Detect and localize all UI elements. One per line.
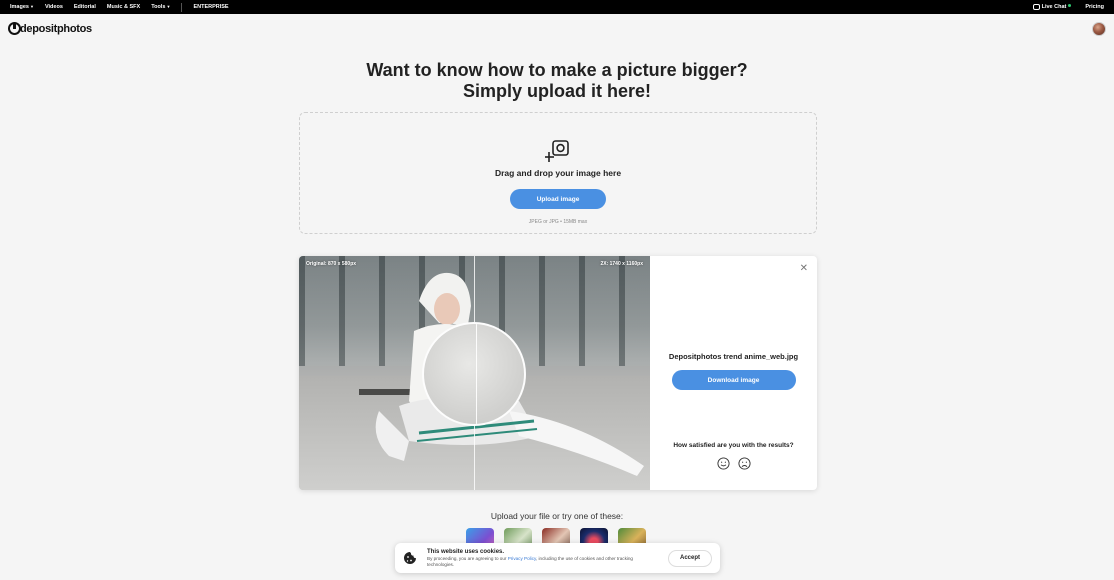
nav-images[interactable]: Images▼ [10, 4, 34, 10]
comparison-image[interactable]: Original: 870 x 580px 2X: 1740 x 1160px [299, 256, 650, 490]
cookie-banner: This website uses cookies. By proceeding… [395, 543, 720, 573]
accept-cookies-button[interactable]: Accept [668, 549, 712, 567]
frown-icon[interactable] [737, 457, 751, 470]
magnifier-divider [476, 324, 477, 424]
top-right-links: Live Chat Pricing [1032, 3, 1104, 10]
cookie-title: This website uses cookies. [427, 548, 505, 555]
upscaled-size-label: 2X: 1740 x 1160px [600, 261, 643, 267]
file-name: Depositphotos trend anime_web.jpg [668, 352, 799, 361]
top-nav: Images▼ Videos Editorial Music & SFX Too… [10, 2, 229, 12]
feedback-faces [716, 457, 751, 470]
upload-image-button[interactable]: Upload image [510, 189, 606, 209]
cookie-body: By proceeding, you are agreeing to our P… [427, 555, 633, 567]
satisfaction-question: How satisfied are you with the results? [673, 442, 794, 449]
image-dropzone[interactable]: Drag and drop your image here Upload ima… [299, 112, 817, 234]
site-header: depositphotos [0, 14, 1114, 44]
nav-enterprise[interactable]: ENTERPRISE [193, 4, 228, 10]
nav-videos[interactable]: Videos [45, 4, 63, 10]
chat-icon [1032, 4, 1040, 10]
sample-prompt: Upload your file or try one of these: [490, 511, 624, 521]
nav-divider [181, 2, 183, 12]
original-size-label: Original: 870 x 580px [306, 261, 357, 267]
online-status-dot [1068, 3, 1072, 7]
download-image-button[interactable]: Download image [671, 370, 796, 390]
page-title: Want to know how to make a picture bigge… [366, 60, 748, 101]
depositphotos-logo[interactable]: depositphotos [8, 22, 92, 35]
chevron-down-icon: ▼ [166, 4, 171, 9]
chevron-down-icon: ▼ [29, 4, 34, 9]
cookie-icon [404, 552, 416, 564]
pricing-link[interactable]: Pricing [1085, 4, 1104, 10]
top-navigation-bar: Images▼ Videos Editorial Music & SFX Too… [0, 0, 1114, 14]
nav-editorial[interactable]: Editorial [74, 4, 96, 10]
live-chat-link[interactable]: Live Chat [1032, 3, 1072, 10]
logo-icon [8, 22, 21, 35]
zoom-magnifier[interactable] [422, 322, 526, 426]
nav-tools[interactable]: Tools▼ [151, 4, 170, 10]
nav-music-sfx[interactable]: Music & SFX [107, 4, 140, 10]
add-image-icon [545, 140, 569, 162]
smile-icon[interactable] [716, 457, 730, 470]
drag-drop-text: Drag and drop your image here [494, 168, 622, 178]
privacy-policy-link[interactable]: Privacy Policy [508, 556, 536, 561]
cookie-text: This website uses cookies. By proceeding… [427, 549, 660, 568]
file-format-hint: JPEG or JPG • 15MB max [528, 219, 588, 225]
result-panel: ✕ Depositphotos trend anime_web.jpg Down… [650, 256, 817, 490]
user-avatar[interactable] [1092, 22, 1106, 36]
close-icon[interactable]: ✕ [800, 263, 808, 274]
upscale-preview-card: Original: 870 x 580px 2X: 1740 x 1160px … [299, 256, 817, 490]
